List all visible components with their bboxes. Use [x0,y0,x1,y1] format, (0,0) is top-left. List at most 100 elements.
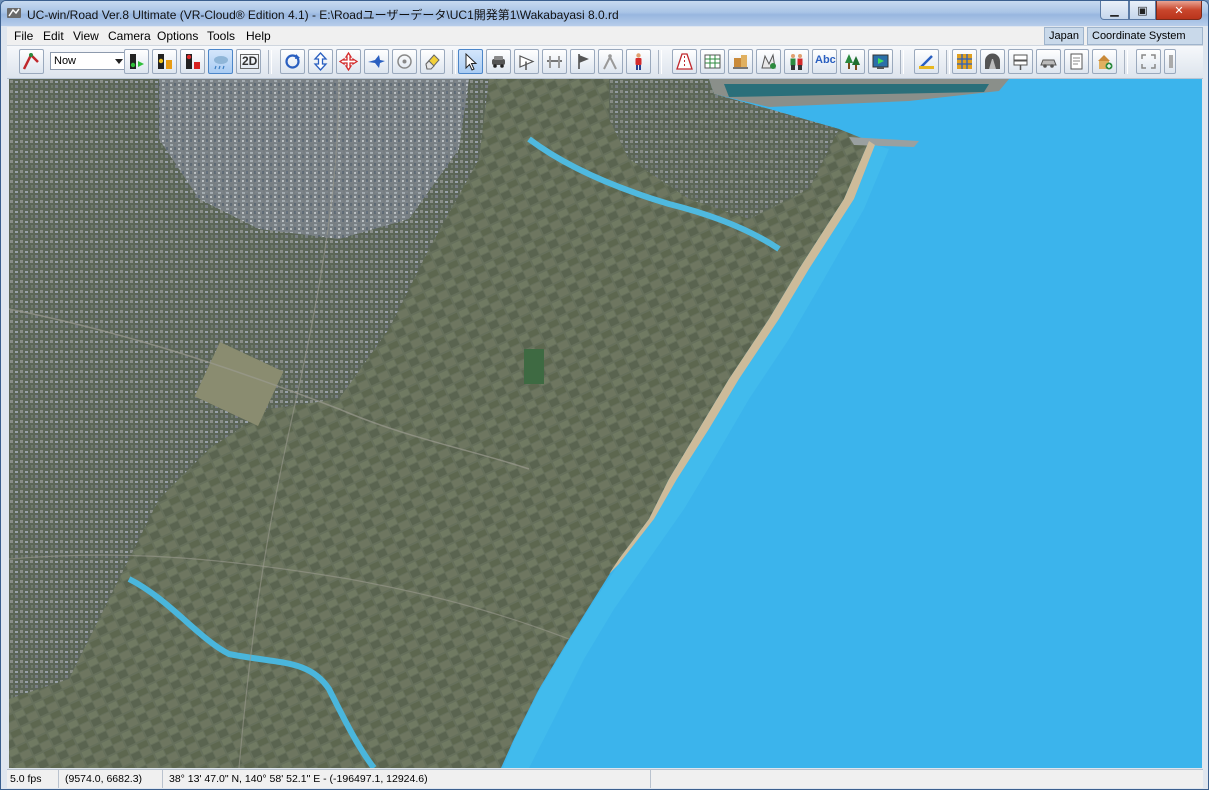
building-icon [733,55,748,69]
aerial-terrain-view[interactable] [9,79,1202,768]
scenario-button[interactable] [868,49,893,74]
region-indicator[interactable]: Japan [1044,27,1084,45]
sign-icon [1013,54,1028,70]
maximize-button[interactable]: ▣ [1129,1,1156,20]
fullscreen-icon [1141,54,1156,69]
move-pan-icon [339,52,358,71]
fullscreen-button[interactable] [1136,49,1161,74]
move-updown-icon [313,52,328,71]
car-model-icon [1040,59,1057,68]
play-button[interactable] [514,49,539,74]
road-edit-button[interactable] [672,49,697,74]
main-toolbar: Now 2D Abc [7,46,1203,79]
window-title: UC-win/Road Ver.8 Ultimate (VR-Cloud® Ed… [27,8,619,22]
menu-options[interactable]: Options [157,29,198,43]
fly-button[interactable] [364,49,389,74]
measure-button[interactable] [914,49,939,74]
rotate-camera-icon [285,54,300,69]
traffic-icon [547,56,562,68]
flag-icon [578,54,589,69]
model-button[interactable] [756,49,781,74]
flag-button[interactable] [570,49,595,74]
play-icon [519,55,535,70]
cross-section-button[interactable] [700,49,725,74]
people-icon [790,54,803,70]
model-icon [761,53,776,69]
terrain-grid-icon [957,54,972,69]
menu-view[interactable]: View [73,29,99,43]
time-select-value: Now [54,55,77,67]
2d-view-button[interactable]: 2D [236,49,261,74]
document-button[interactable] [1064,49,1089,74]
traffic-button[interactable] [542,49,567,74]
signal-yellow-button[interactable] [152,49,177,74]
screen-coordinate-readout: (9574.0, 6682.3) [59,770,163,788]
building-button[interactable] [728,49,753,74]
title-bar[interactable]: UC-win/Road Ver.8 Ultimate (VR-Cloud® Ed… [1,1,1208,26]
people-button[interactable] [784,49,809,74]
main-window: UC-win/Road Ver.8 Ultimate (VR-Cloud® Ed… [0,0,1209,790]
menu-camera[interactable]: Camera [108,29,151,43]
sign-button[interactable] [1008,49,1033,74]
move-updown-button[interactable] [308,49,333,74]
menu-file[interactable]: File [14,29,33,43]
document-icon [1070,53,1083,70]
orbit-button[interactable] [392,49,417,74]
menu-tools[interactable]: Tools [207,29,235,43]
add-object-button[interactable] [1092,49,1117,74]
car-drive-button[interactable] [486,49,511,74]
road-edit-icon [676,53,693,70]
tree-button[interactable] [840,49,865,74]
route-icon [22,52,39,70]
text-button[interactable]: Abc [812,49,837,74]
pointer-icon [465,52,478,71]
fly-icon [368,55,385,68]
car-model-button[interactable] [1036,49,1061,74]
orbit-icon [397,54,412,69]
tree-icon [845,54,860,70]
eraser-button[interactable] [420,49,445,74]
status-empty-panel [651,770,1203,788]
menu-help[interactable]: Help [246,29,271,43]
2d-view-icon: 2D [240,54,260,69]
route-button[interactable] [19,49,44,74]
menu-bar: File Edit View Camera Options Tools Help… [7,27,1203,58]
eraser-icon [425,54,440,70]
signal-red-button[interactable] [180,49,205,74]
car-drive-icon [492,56,505,68]
terrain-grid-button[interactable] [952,49,977,74]
signal-red-icon [186,54,200,69]
walk-button[interactable] [598,49,623,74]
more-button[interactable] [1164,49,1176,74]
menu-edit[interactable]: Edit [43,29,64,43]
text-icon: Abc [815,54,836,66]
scenario-icon [872,54,889,69]
rotate-camera-button[interactable] [280,49,305,74]
status-bar: 5.0 fps (9574.0, 6682.3) 38° 13' 47.0" N… [7,769,1203,788]
chevron-down-icon [115,59,123,64]
tunnel-button[interactable] [980,49,1005,74]
3d-viewport[interactable] [9,79,1202,768]
more-icon [1169,55,1173,68]
walk-icon [603,54,617,70]
geo-coordinate-readout: 38° 13' 47.0" N, 140° 58' 52.1" E - (-19… [163,770,651,788]
fps-readout: 5.0 fps [7,770,59,788]
pedestrian-icon [635,53,642,70]
weather-button[interactable] [208,49,233,74]
pointer-button[interactable] [458,49,483,74]
signal-green-button[interactable] [124,49,149,74]
weather-icon [214,56,228,70]
signal-yellow-icon [158,54,172,69]
coordinate-system-indicator[interactable]: Coordinate System 10 [1087,27,1203,58]
move-pan-button[interactable] [336,49,361,74]
pedestrian-button[interactable] [626,49,651,74]
add-object-icon [1098,55,1113,70]
cross-section-icon [704,54,721,69]
tunnel-icon [985,53,1000,69]
time-select[interactable]: Now [50,52,126,70]
minimize-button[interactable]: ▁ [1100,1,1129,20]
measure-icon [919,55,934,69]
app-logo-icon [7,8,21,18]
close-button[interactable]: ✕ [1156,1,1202,20]
signal-green-icon [130,54,144,69]
